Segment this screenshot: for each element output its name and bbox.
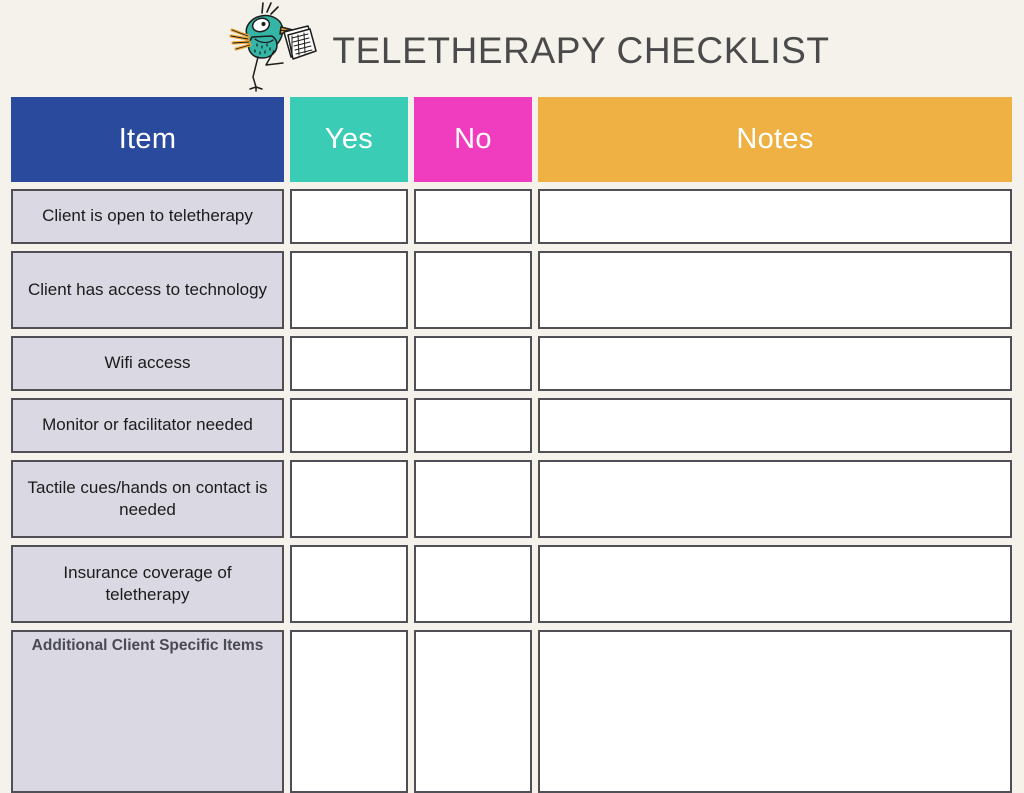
- notes-input-cell[interactable]: [538, 545, 1012, 623]
- table-row: Monitor or facilitator needed: [11, 398, 1012, 453]
- notes-input-cell[interactable]: [538, 398, 1012, 453]
- no-checkbox-cell[interactable]: [414, 336, 532, 391]
- row-label-cell: Wifi access: [11, 336, 284, 391]
- table-row: Client has access to technology: [11, 251, 1012, 329]
- row-label: Monitor or facilitator needed: [42, 415, 253, 435]
- row-label: Additional Client Specific Items: [31, 637, 264, 654]
- no-checkbox-cell[interactable]: [414, 251, 532, 329]
- table-row: Client is open to teletherapy: [11, 189, 1012, 244]
- notes-input-cell[interactable]: [538, 336, 1012, 391]
- column-header-notes: Notes: [538, 97, 1012, 182]
- row-label-cell: Tactile cues/hands on contact is needed: [11, 460, 284, 538]
- row-label: Client has access to technology: [27, 279, 268, 299]
- table-row: Wifi access: [11, 336, 1012, 391]
- table-row: Additional Client Specific Items: [11, 630, 1012, 793]
- no-checkbox-cell[interactable]: [414, 460, 532, 538]
- yes-checkbox-cell[interactable]: [290, 630, 408, 793]
- yes-checkbox-cell[interactable]: [290, 189, 408, 244]
- row-label: Wifi access: [104, 353, 191, 373]
- column-header-item: Item: [11, 97, 284, 182]
- title-group: TELETHERAPY CHECKLIST: [222, 0, 829, 96]
- no-checkbox-cell[interactable]: [414, 398, 532, 453]
- no-checkbox-cell[interactable]: [414, 545, 532, 623]
- page-header: TELETHERAPY CHECKLIST: [0, 0, 1024, 96]
- yes-checkbox-cell[interactable]: [290, 336, 408, 391]
- column-header-no: No: [414, 97, 532, 182]
- row-label: Client is open to teletherapy: [42, 206, 253, 226]
- table-row: Insurance coverage of teletherapy: [11, 545, 1012, 623]
- row-label: Insurance coverage of teletherapy: [63, 562, 232, 604]
- yes-checkbox-cell[interactable]: [290, 398, 408, 453]
- notes-input-cell[interactable]: [538, 460, 1012, 538]
- page-title: TELETHERAPY CHECKLIST: [332, 29, 830, 71]
- checklist-table: Item Yes No Notes Client is open to tele…: [11, 97, 1012, 793]
- no-checkbox-cell[interactable]: [414, 630, 532, 793]
- row-label-cell: Monitor or facilitator needed: [11, 398, 284, 453]
- yes-checkbox-cell[interactable]: [290, 460, 408, 538]
- notes-input-cell[interactable]: [538, 630, 1012, 793]
- row-label-cell: Additional Client Specific Items: [11, 630, 284, 793]
- notes-input-cell[interactable]: [538, 251, 1012, 329]
- row-label-cell: Client has access to technology: [11, 251, 284, 329]
- row-label: Tactile cues/hands on contact is needed: [27, 477, 268, 519]
- bird-with-clipboard-icon: [222, 0, 318, 95]
- yes-checkbox-cell[interactable]: [290, 545, 408, 623]
- yes-checkbox-cell[interactable]: [290, 251, 408, 329]
- row-label-cell: Client is open to teletherapy: [11, 189, 284, 244]
- notes-input-cell[interactable]: [538, 189, 1012, 244]
- row-label-cell: Insurance coverage of teletherapy: [11, 545, 284, 623]
- table-header-row: Item Yes No Notes: [11, 97, 1012, 182]
- column-header-yes: Yes: [290, 97, 408, 182]
- table-row: Tactile cues/hands on contact is needed: [11, 460, 1012, 538]
- no-checkbox-cell[interactable]: [414, 189, 532, 244]
